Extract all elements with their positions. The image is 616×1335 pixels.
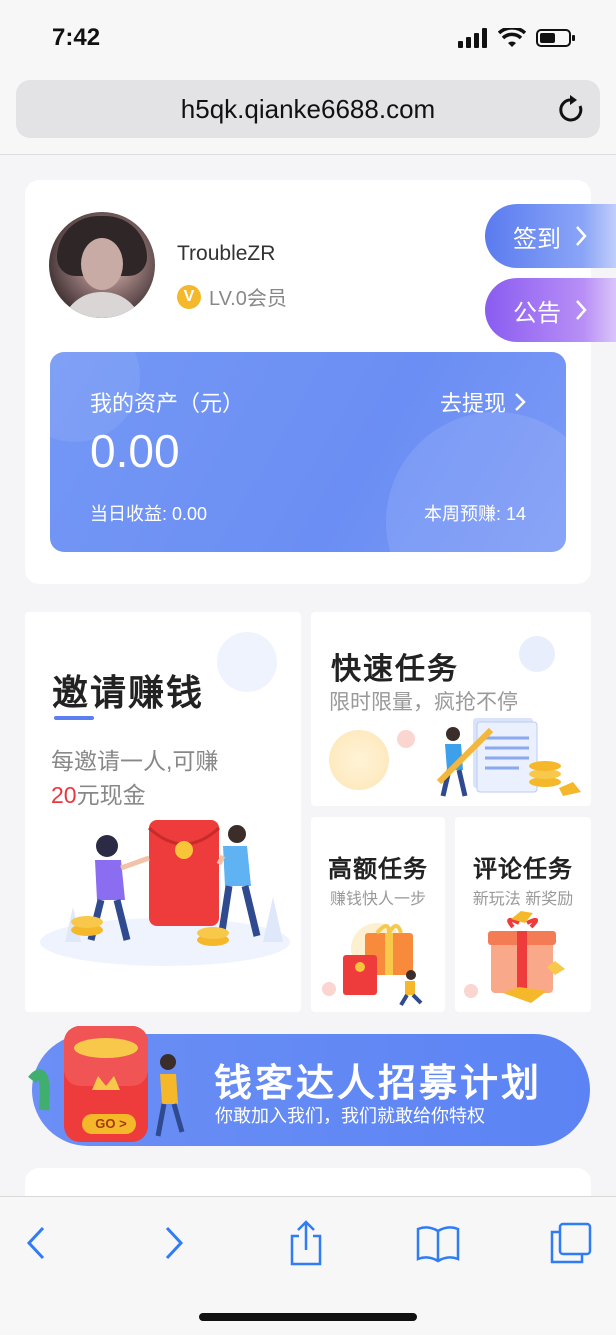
signal-icon bbox=[458, 28, 487, 48]
go-button[interactable]: GO > bbox=[84, 1114, 138, 1134]
invite-amount: 20 bbox=[51, 782, 77, 808]
bookmarks-button[interactable] bbox=[414, 1219, 462, 1267]
forward-icon bbox=[165, 1226, 184, 1260]
invite-reward: 20元现金 bbox=[51, 776, 146, 810]
fast-task-card[interactable]: 快速任务 限时限量，疯抢不停 bbox=[311, 612, 591, 806]
fast-task-title: 快速任务 bbox=[331, 653, 459, 686]
asset-label: 我的资产（元） bbox=[90, 391, 245, 416]
username: TroubleZR bbox=[177, 242, 276, 265]
comment-task-title: 评论任务 bbox=[473, 856, 573, 883]
high-task-card[interactable]: 高额任务 赚钱快人一步 bbox=[311, 817, 445, 1012]
chevron-right-icon bbox=[515, 393, 526, 411]
level-text: LV.0会员 bbox=[209, 288, 287, 310]
comment-task-subtitle: 新玩法 新奖励 bbox=[472, 891, 574, 908]
address-bar[interactable]: h5qk.qianke6688.com bbox=[16, 80, 600, 138]
forward-button[interactable] bbox=[150, 1219, 198, 1267]
comment-task-card[interactable]: 评论任务 新玩法 新奖励 bbox=[455, 817, 591, 1012]
home-indicator[interactable] bbox=[199, 1313, 417, 1321]
invite-illustration bbox=[40, 820, 290, 966]
high-task-illustration bbox=[322, 923, 423, 1007]
status-icons bbox=[458, 28, 576, 48]
notice-label[interactable]: 公告 bbox=[513, 293, 561, 328]
high-task-title: 高额任务 bbox=[328, 856, 428, 883]
back-icon bbox=[26, 1226, 45, 1260]
avatar[interactable] bbox=[49, 212, 155, 318]
member-level: V LV.0会员 bbox=[177, 282, 287, 311]
banner-title: 钱客达人招募计划 bbox=[214, 1063, 543, 1105]
invite-title: 邀请赚钱 bbox=[52, 672, 205, 713]
high-task-subtitle: 赚钱快人一步 bbox=[329, 891, 426, 908]
banner-subtitle: 你敢加入我们，我们就敢给你特权 bbox=[215, 1106, 485, 1126]
battery-icon bbox=[536, 29, 575, 47]
week-estimate: 本周预赚: 14 bbox=[423, 504, 526, 524]
recruit-banner[interactable]: GO > 钱客达人招募计划 你敢加入我们，我们就敢给你特权 bbox=[28, 1026, 590, 1146]
share-icon bbox=[290, 1220, 322, 1266]
chevron-right-icon bbox=[576, 300, 587, 320]
comment-task-illustration bbox=[464, 911, 565, 1003]
bookmarks-icon bbox=[416, 1226, 460, 1263]
asset-card: 我的资产（元） 0.00 去提现 当日收益: 0.00 本周预赚: 14 bbox=[50, 352, 566, 552]
url-text[interactable]: h5qk.qianke6688.com bbox=[16, 94, 600, 125]
wifi-icon bbox=[498, 28, 526, 47]
back-button[interactable] bbox=[12, 1219, 60, 1267]
reload-icon[interactable] bbox=[558, 94, 586, 124]
withdraw-label[interactable]: 去提现 bbox=[440, 386, 506, 418]
tabs-button[interactable] bbox=[546, 1219, 594, 1267]
status-time: 7:42 bbox=[52, 24, 101, 51]
invite-subtitle: 每邀请一人,可赚 bbox=[51, 748, 219, 774]
withdraw-link[interactable]: 去提现 bbox=[440, 386, 526, 418]
tabs-icon bbox=[550, 1222, 592, 1264]
chevron-right-icon bbox=[576, 226, 587, 246]
vip-badge-icon: V bbox=[177, 284, 201, 309]
status-bar: 7:42 bbox=[0, 0, 616, 76]
share-button[interactable] bbox=[282, 1219, 330, 1267]
notice-button[interactable]: 公告 bbox=[485, 278, 616, 342]
asset-value: 0.00 bbox=[90, 425, 180, 477]
sign-in-label[interactable]: 签到 bbox=[513, 219, 561, 254]
today-earnings: 当日收益: 0.00 bbox=[90, 504, 208, 524]
fast-task-illustration bbox=[436, 718, 581, 797]
invite-reward-rest: 元现金 bbox=[76, 782, 146, 808]
sign-in-button[interactable]: 签到 bbox=[485, 204, 616, 268]
title-underline bbox=[54, 716, 94, 720]
browser-address-area: h5qk.qianke6688.com bbox=[0, 76, 616, 155]
invite-task-card[interactable]: 邀请赚钱 每邀请一人,可赚 20元现金 bbox=[25, 612, 301, 1012]
